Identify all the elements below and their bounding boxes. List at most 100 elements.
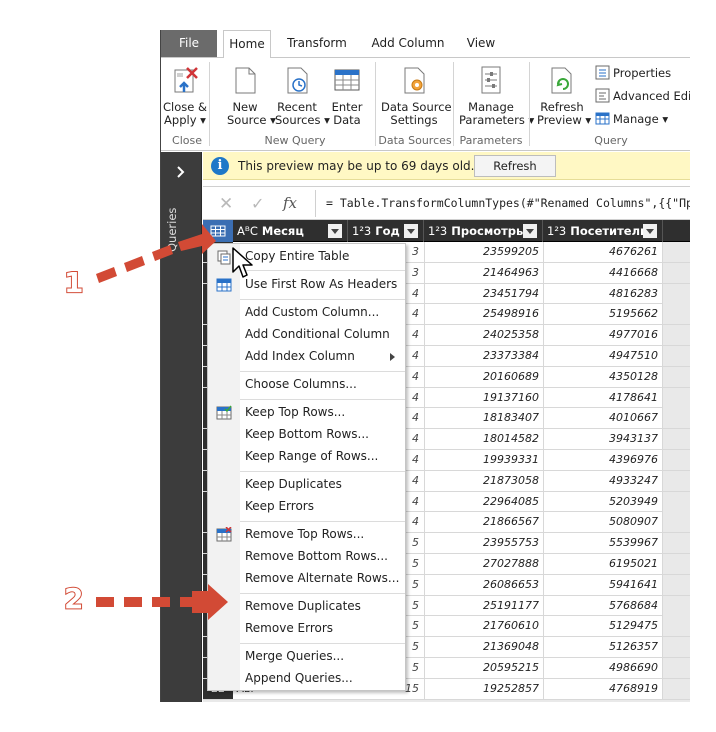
cell-views[interactable]: 19252857 xyxy=(424,678,543,699)
fx-icon[interactable]: fx xyxy=(283,194,297,212)
cell-visitors[interactable]: 5080907 xyxy=(543,512,663,533)
cell-views[interactable]: 20595215 xyxy=(424,657,543,678)
enter-data-button[interactable]: Enter Data xyxy=(329,64,365,127)
filter-dropdown-icon[interactable] xyxy=(404,224,418,238)
recent-sources-button[interactable]: Recent Sources ▾ xyxy=(275,64,330,127)
menu-item-remove-alternate-rows[interactable]: Remove Alternate Rows... xyxy=(208,568,405,590)
tab-view[interactable]: View xyxy=(459,30,503,57)
close-apply-button[interactable]: Close & Apply ▾ xyxy=(163,64,207,127)
cell-visitors[interactable]: 4816283 xyxy=(543,283,663,304)
menu-item-keep-duplicates[interactable]: Keep Duplicates xyxy=(208,474,405,496)
cell-visitors[interactable]: 4768919 xyxy=(543,678,663,699)
cell-visitors[interactable]: 3943137 xyxy=(543,429,663,450)
filter-dropdown-icon[interactable] xyxy=(328,224,342,238)
refresh-preview-label-2: Preview ▾ xyxy=(537,113,592,127)
column-header-year[interactable]: 1²3 Год xyxy=(348,220,424,242)
menu-separator xyxy=(240,593,405,594)
cell-views[interactable]: 26086653 xyxy=(424,574,543,595)
menu-item-remove-top-rows[interactable]: Remove Top Rows... xyxy=(208,524,405,546)
menu-item-remove-errors[interactable]: Remove Errors xyxy=(208,618,405,640)
data-source-settings-button[interactable]: Data Source Settings xyxy=(381,64,452,127)
cell-views[interactable]: 20160689 xyxy=(424,366,543,387)
cell-visitors[interactable]: 5768684 xyxy=(543,595,663,616)
cell-views[interactable]: 21873058 xyxy=(424,470,543,491)
cell-views[interactable]: 23955753 xyxy=(424,533,543,554)
menu-item-choose-columns[interactable]: Choose Columns... xyxy=(208,374,405,396)
cell-views[interactable]: 21760610 xyxy=(424,616,543,637)
cell-views[interactable]: 23373384 xyxy=(424,345,543,366)
cell-visitors[interactable]: 4396976 xyxy=(543,449,663,470)
cell-visitors[interactable]: 4350128 xyxy=(543,366,663,387)
cell-views[interactable]: 19939331 xyxy=(424,449,543,470)
cell-views[interactable]: 25191177 xyxy=(424,595,543,616)
column-header-month[interactable]: AᴮC Месяц xyxy=(233,220,348,242)
confirm-formula-icon[interactable]: ✓ xyxy=(251,194,264,213)
cell-visitors[interactable]: 4178641 xyxy=(543,387,663,408)
cell-visitors[interactable]: 4986690 xyxy=(543,657,663,678)
menu-separator xyxy=(240,471,405,472)
manage-parameters-button[interactable]: Manage Parameters ▾ xyxy=(459,64,534,127)
menu-item-keep-top-rows[interactable]: Keep Top Rows... xyxy=(208,402,405,424)
cell-visitors[interactable]: 5195662 xyxy=(543,304,663,325)
infobar-refresh-button[interactable]: Refresh xyxy=(474,155,556,177)
cell-visitors[interactable]: 5539967 xyxy=(543,533,663,554)
cell-visitors[interactable]: 4947510 xyxy=(543,345,663,366)
manage-button[interactable]: Manage ▾ xyxy=(595,110,668,129)
cell-views[interactable]: 18014582 xyxy=(424,429,543,450)
cell-views[interactable]: 22964085 xyxy=(424,491,543,512)
tab-home[interactable]: Home xyxy=(223,30,271,58)
filter-dropdown-icon[interactable] xyxy=(643,224,657,238)
cell-visitors[interactable]: 4010667 xyxy=(543,408,663,429)
number-type-icon: 1²3 xyxy=(547,224,567,238)
formula-input[interactable]: = Table.TransformColumnTypes(#"Renamed C… xyxy=(315,190,690,217)
cell-visitors[interactable]: 4676261 xyxy=(543,242,663,262)
menu-item-add-custom-column[interactable]: Add Custom Column... xyxy=(208,302,405,324)
cell-views[interactable]: 21464963 xyxy=(424,262,543,283)
menu-item-add-conditional-column[interactable]: Add Conditional Column xyxy=(208,324,405,346)
cell-views[interactable]: 27027888 xyxy=(424,553,543,574)
queries-pane-label[interactable]: Queries xyxy=(165,192,197,252)
menu-item-keep-bottom-rows[interactable]: Keep Bottom Rows... xyxy=(208,424,405,446)
tab-file[interactable]: File xyxy=(161,30,217,57)
cell-views[interactable]: 24025358 xyxy=(424,325,543,346)
keep-rows-icon xyxy=(216,405,232,420)
cell-views[interactable]: 25498916 xyxy=(424,304,543,325)
cell-views[interactable]: 19137160 xyxy=(424,387,543,408)
tab-transform[interactable]: Transform xyxy=(277,30,357,57)
cell-views[interactable]: 23451794 xyxy=(424,283,543,304)
menu-item-remove-duplicates[interactable]: Remove Duplicates xyxy=(208,596,405,618)
menu-item-remove-bottom-rows[interactable]: Remove Bottom Rows... xyxy=(208,546,405,568)
menu-item-add-index-column[interactable]: Add Index Column xyxy=(208,346,405,368)
new-source-button[interactable]: New Source ▾ xyxy=(227,64,276,127)
grid-empty-area xyxy=(663,449,690,470)
cell-visitors[interactable]: 4933247 xyxy=(543,470,663,491)
cell-visitors[interactable]: 4977016 xyxy=(543,325,663,346)
refresh-preview-button[interactable]: Refresh Preview ▾ xyxy=(537,64,592,127)
cell-views[interactable]: 23599205 xyxy=(424,242,543,262)
menu-item-append-queries[interactable]: Append Queries... xyxy=(208,668,405,690)
cell-views[interactable]: 18183407 xyxy=(424,408,543,429)
table-menu-button[interactable] xyxy=(203,220,233,242)
menu-item-keep-range-of-rows[interactable]: Keep Range of Rows... xyxy=(208,446,405,468)
cell-visitors[interactable]: 6195021 xyxy=(543,553,663,574)
cell-visitors[interactable]: 5126357 xyxy=(543,637,663,658)
advanced-editor-button[interactable]: Advanced Edito xyxy=(595,87,690,106)
column-header-views[interactable]: 1²3 Просмотры xyxy=(424,220,543,242)
menu-item-keep-errors[interactable]: Keep Errors xyxy=(208,496,405,518)
cell-visitors[interactable]: 5941641 xyxy=(543,574,663,595)
chevron-right-icon[interactable] xyxy=(173,164,189,180)
menu-item-merge-queries[interactable]: Merge Queries... xyxy=(208,646,405,668)
cell-visitors[interactable]: 5203949 xyxy=(543,491,663,512)
cell-visitors[interactable]: 5129475 xyxy=(543,616,663,637)
cell-views[interactable]: 21866567 xyxy=(424,512,543,533)
grid-empty-area xyxy=(663,616,690,637)
group-label-query: Query xyxy=(594,134,628,147)
properties-button[interactable]: Properties xyxy=(595,64,671,83)
filter-dropdown-icon[interactable] xyxy=(523,224,537,238)
cell-visitors[interactable]: 4416668 xyxy=(543,262,663,283)
column-header-visitors[interactable]: 1²3 Посетители xyxy=(543,220,663,242)
tab-add-column[interactable]: Add Column xyxy=(365,30,451,57)
menu-separator xyxy=(240,371,405,372)
cell-views[interactable]: 21369048 xyxy=(424,637,543,658)
cancel-formula-icon[interactable]: ✕ xyxy=(219,194,233,214)
